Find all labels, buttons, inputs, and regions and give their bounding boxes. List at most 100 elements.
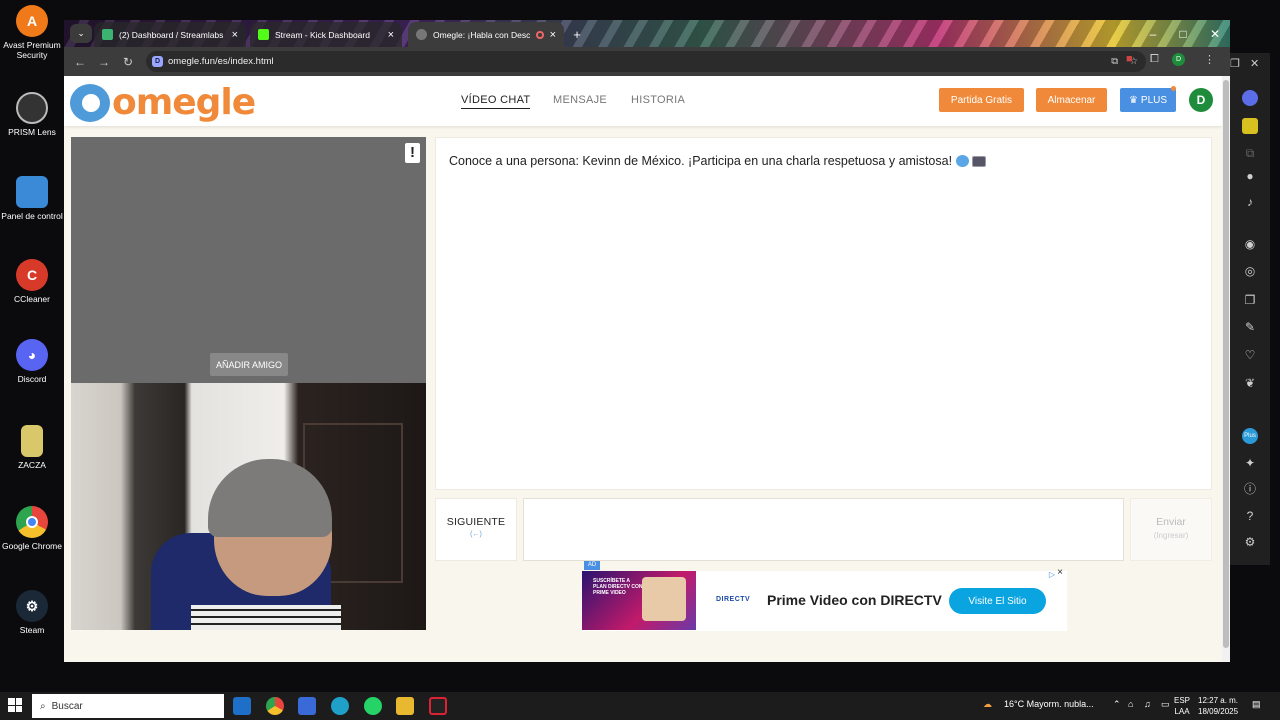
page-scrollbar[interactable]: [1222, 76, 1230, 662]
plus-badge-icon[interactable]: Plus: [1242, 428, 1258, 444]
settings-gear-icon[interactable]: ⚙: [1242, 534, 1258, 550]
desktop-icon-steam[interactable]: ⚙ Steam: [0, 590, 64, 635]
desktop-icon-discord[interactable]: ◕ Discord: [0, 339, 64, 384]
nav-message[interactable]: MENSAJE: [553, 94, 607, 106]
reload-icon[interactable]: ↻: [116, 55, 140, 69]
desktop-icon-label: Avast Premium Security: [3, 40, 61, 60]
tab-title: (2) Dashboard / Streamlabs: [119, 29, 224, 40]
forward-icon[interactable]: →: [92, 55, 116, 69]
zacza-icon: [21, 425, 43, 457]
streaming-app-icon[interactable]: [429, 697, 447, 715]
plus-label: PLUS: [1140, 94, 1168, 106]
back-icon[interactable]: ←: [68, 55, 92, 69]
edge-icon[interactable]: [331, 697, 349, 715]
tab-search-button[interactable]: ⌄: [70, 24, 92, 43]
install-app-icon[interactable]: ⧉: [1111, 56, 1118, 67]
advertisement[interactable]: AD SUSCRÍBETE A PLAN DIRECTV CON PRIME V…: [582, 561, 1067, 631]
extension-yellow-icon[interactable]: [1242, 118, 1258, 134]
network-icon[interactable]: ⌂: [1128, 699, 1133, 709]
ad-cta-button[interactable]: Visite El Sitio: [949, 588, 1046, 614]
plus-button[interactable]: ♛ PLUS: [1120, 88, 1176, 112]
nav-history[interactable]: HISTORIA: [631, 94, 685, 106]
timer-icon[interactable]: ◎: [1242, 263, 1258, 279]
send-label: Enviar: [1156, 516, 1186, 528]
battery-icon[interactable]: ▭: [1161, 699, 1170, 710]
ad-title[interactable]: Prime Video con DIRECTV: [767, 592, 942, 608]
new-tab-button[interactable]: +: [566, 22, 588, 47]
outlook-icon[interactable]: [233, 697, 251, 715]
gift-icon[interactable]: ✦: [1242, 455, 1258, 471]
profile-avatar[interactable]: D: [1172, 53, 1185, 66]
desktop-icon-label: Panel de control: [1, 211, 63, 221]
next-button[interactable]: SIGUIENTE (←): [435, 498, 517, 561]
report-button[interactable]: !: [405, 143, 420, 163]
omegle-logo[interactable]: omegle: [70, 82, 256, 123]
add-friend-button[interactable]: AÑADIR AMIGO: [210, 353, 288, 376]
chat-icon[interactable]: ●: [1242, 168, 1258, 184]
copy-icon[interactable]: ⧉: [1242, 145, 1258, 161]
ad-tag: AD: [584, 561, 600, 570]
profile-icon[interactable]: [1242, 90, 1258, 106]
desktop-icon-zacza[interactable]: ZACZA: [0, 425, 64, 470]
send-button[interactable]: Enviar (Ingresar): [1130, 498, 1212, 561]
desktop-icon-avast[interactable]: A Avast Premium Security: [0, 5, 64, 60]
desktop-icon-chrome[interactable]: Google Chrome: [0, 506, 64, 551]
notifications-icon[interactable]: ▤: [1252, 699, 1261, 710]
maximize-button[interactable]: □: [1168, 20, 1198, 47]
info-icon[interactable]: ⓘ: [1242, 481, 1258, 497]
taskbar-search[interactable]: ⌕ Buscar: [32, 694, 224, 718]
layers-icon[interactable]: ❐: [1242, 292, 1258, 308]
leaf-icon[interactable]: ❦: [1242, 375, 1258, 391]
nav-video-chat[interactable]: VÍDEO CHAT: [461, 94, 531, 109]
desktop-icon-prism[interactable]: PRISM Lens: [0, 92, 64, 137]
site-info-icon[interactable]: D: [152, 56, 163, 67]
file-explorer-icon[interactable]: [396, 697, 414, 715]
adchoices-icon[interactable]: ▷: [1049, 570, 1055, 579]
url-input[interactable]: D omegle.fun/es/index.html ⧉ ☆: [146, 51, 1146, 72]
send-hint: (Ingresar): [1153, 531, 1189, 540]
steam-icon: ⚙: [16, 590, 48, 622]
help-icon[interactable]: ?: [1242, 508, 1258, 524]
close-icon[interactable]: ×: [550, 29, 556, 41]
menu-kebab-icon[interactable]: ⋮: [1204, 53, 1215, 66]
message-input[interactable]: [523, 498, 1124, 561]
ad-image[interactable]: SUSCRÍBETE A PLAN DIRECTV CON PRIME VIDE…: [582, 571, 696, 630]
tray-chevron-up-icon[interactable]: ⌃: [1113, 699, 1121, 710]
close-icon[interactable]: ×: [232, 29, 238, 41]
tab-streamlabs[interactable]: (2) Dashboard / Streamlabs ×: [94, 22, 246, 47]
address-bar-row: ← → ↻ D omegle.fun/es/index.html ⧉ ☆ ■ ⧠…: [64, 47, 1230, 76]
volume-icon[interactable]: ♫: [1144, 699, 1151, 709]
pen-icon[interactable]: ✎: [1242, 319, 1258, 335]
camera-icon[interactable]: ◉: [1242, 236, 1258, 252]
url-text: omegle.fun/es/index.html: [168, 56, 274, 67]
chrome-taskbar-icon[interactable]: [266, 697, 284, 715]
language-line2: LAA: [1174, 707, 1190, 716]
tab-kick[interactable]: Stream - Kick Dashboard ×: [250, 22, 402, 47]
weather-text[interactable]: 16°C Mayorm. nubla...: [1004, 699, 1094, 709]
desktop-icon-control-panel[interactable]: Panel de control: [0, 176, 64, 221]
close-icon[interactable]: ×: [388, 29, 394, 41]
heart-icon[interactable]: ♡: [1242, 347, 1258, 363]
notification-dot: [1171, 86, 1176, 91]
language-indicator[interactable]: ESP LAA: [1174, 695, 1190, 717]
close-panel-icon[interactable]: ✕: [1250, 57, 1259, 70]
extensions-puzzle-icon[interactable]: ⧠: [1150, 53, 1159, 66]
ad-close-icon[interactable]: ×: [1057, 567, 1063, 578]
tab-title: Omegle: ¡Habla con Descon: [433, 29, 531, 40]
whatsapp-icon[interactable]: [364, 697, 382, 715]
close-window-button[interactable]: ✕: [1200, 20, 1230, 47]
minimize-button[interactable]: –: [1138, 20, 1168, 47]
tab-omegle[interactable]: Omegle: ¡Habla con Descon ×: [408, 22, 564, 47]
user-avatar[interactable]: D: [1189, 88, 1213, 112]
weather-icon[interactable]: ☁: [983, 699, 992, 710]
desktop-icon-ccleaner[interactable]: C CCleaner: [0, 259, 64, 304]
free-game-button[interactable]: Partida Gratis: [939, 88, 1024, 112]
clock[interactable]: 12:27 a. m. 18/09/2025: [1198, 695, 1238, 717]
store-icon[interactable]: [298, 697, 316, 715]
extension-icon[interactable]: ■: [1126, 53, 1133, 65]
store-button[interactable]: Almacenar: [1036, 88, 1107, 112]
restore-icon[interactable]: ❐: [1230, 57, 1240, 70]
windows-start-icon[interactable]: [8, 698, 22, 712]
prism-lens-icon: [16, 92, 48, 124]
bell-icon[interactable]: ♪: [1242, 194, 1258, 210]
